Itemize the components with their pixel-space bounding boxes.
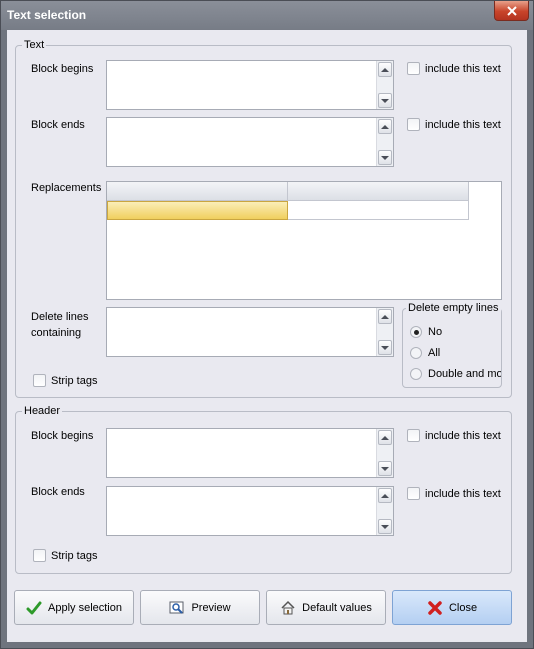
checkbox-box[interactable]: [33, 549, 46, 562]
scroll-up-button[interactable]: [378, 430, 392, 445]
close-label: Close: [448, 601, 478, 614]
radio-dot[interactable]: [410, 347, 422, 359]
checkbox-box[interactable]: [407, 487, 420, 500]
red-x-icon: [428, 600, 442, 615]
header-block-ends-label: Block ends: [31, 486, 85, 498]
block-ends-label: Block ends: [31, 119, 85, 131]
dialog-window: Text selection Text Block begins include…: [0, 0, 534, 649]
grid-column-header[interactable]: [107, 182, 288, 201]
arrow-down-icon: [381, 345, 389, 350]
preview-button[interactable]: Preview: [140, 590, 260, 625]
radio-dot[interactable]: [410, 326, 422, 338]
checkbox-box[interactable]: [407, 429, 420, 442]
text-ends-include-checkbox[interactable]: include this text: [407, 118, 501, 131]
scroll-down-button[interactable]: [378, 461, 392, 476]
scrollbar[interactable]: [376, 487, 393, 535]
default-values-label: Default values: [302, 601, 372, 614]
delete-lines-label-2: containing: [31, 327, 82, 339]
delete-lines-input[interactable]: [106, 307, 394, 357]
preview-label: Preview: [191, 601, 231, 614]
close-button[interactable]: Close: [392, 590, 512, 625]
close-icon: [506, 5, 517, 16]
replacements-label: Replacements: [31, 182, 102, 194]
radio-double[interactable]: Double and mor: [410, 368, 501, 380]
arrow-up-icon: [381, 435, 389, 440]
arrow-up-icon: [381, 67, 389, 72]
window-title: Text selection: [7, 8, 87, 22]
radio-all[interactable]: All: [410, 347, 440, 359]
include-text-label: include this text: [425, 118, 501, 131]
header-block-begins-input[interactable]: [106, 428, 394, 478]
checkbox-box[interactable]: [407, 62, 420, 75]
strip-tags-label: Strip tags: [51, 549, 98, 562]
checkbox-box[interactable]: [33, 374, 46, 387]
include-text-label: include this text: [425, 62, 501, 75]
include-text-label: include this text: [425, 487, 501, 500]
magnifier-icon: [169, 601, 184, 614]
header-strip-tags-checkbox[interactable]: Strip tags: [33, 549, 97, 562]
text-begins-include-checkbox[interactable]: include this text: [407, 62, 501, 75]
arrow-down-icon: [381, 155, 389, 160]
header-begins-include-checkbox[interactable]: include this text: [407, 429, 501, 442]
checkbox-box[interactable]: [407, 118, 420, 131]
grid-cell[interactable]: [288, 201, 469, 220]
header-block-begins-label: Block begins: [31, 430, 94, 442]
radio-double-label: Double and mor: [428, 368, 501, 380]
scrollbar[interactable]: [376, 61, 393, 109]
arrow-up-icon: [381, 314, 389, 319]
block-begins-label: Block begins: [31, 63, 94, 75]
arrow-down-icon: [381, 466, 389, 471]
scroll-down-button[interactable]: [378, 340, 392, 355]
home-icon: [281, 600, 295, 614]
scroll-down-button[interactable]: [378, 150, 392, 165]
apply-selection-button[interactable]: Apply selection: [14, 590, 134, 625]
delete-empty-lines-legend: Delete empty lines: [408, 302, 499, 314]
apply-selection-label: Apply selection: [48, 601, 122, 614]
radio-no-label: No: [428, 326, 443, 338]
scroll-up-button[interactable]: [378, 119, 392, 134]
grid-column-header[interactable]: [288, 182, 469, 201]
title-bar[interactable]: Text selection: [1, 1, 533, 30]
default-values-button[interactable]: Default values: [266, 590, 386, 625]
scroll-down-button[interactable]: [378, 93, 392, 108]
scrollbar[interactable]: [376, 429, 393, 477]
scrollbar[interactable]: [376, 118, 393, 166]
scroll-up-button[interactable]: [378, 309, 392, 324]
scroll-down-button[interactable]: [378, 519, 392, 534]
text-block-ends-input[interactable]: [106, 117, 394, 167]
arrow-down-icon: [381, 524, 389, 529]
include-text-label: include this text: [425, 429, 501, 442]
grid-cell-selected[interactable]: [107, 201, 288, 220]
arrow-up-icon: [381, 124, 389, 129]
delete-lines-label: Delete lines: [31, 311, 89, 323]
dialog-client-area: Text Block begins include this text Bloc…: [7, 30, 527, 642]
strip-tags-label: Strip tags: [51, 374, 98, 387]
text-strip-tags-checkbox[interactable]: Strip tags: [33, 374, 97, 387]
header-ends-include-checkbox[interactable]: include this text: [407, 487, 501, 500]
arrow-up-icon: [381, 493, 389, 498]
header-block-ends-input[interactable]: [106, 486, 394, 536]
radio-no[interactable]: No: [410, 326, 442, 338]
radio-dot[interactable]: [410, 368, 422, 380]
header-group-legend: Header: [24, 405, 61, 417]
window-close-button[interactable]: [494, 1, 529, 21]
text-block-begins-input[interactable]: [106, 60, 394, 110]
text-group-legend: Text: [24, 39, 45, 51]
scroll-up-button[interactable]: [378, 62, 392, 77]
scrollbar[interactable]: [376, 308, 393, 356]
check-icon: [26, 601, 42, 614]
radio-all-label: All: [428, 347, 441, 359]
replacements-grid[interactable]: [106, 181, 502, 300]
scroll-up-button[interactable]: [378, 488, 392, 503]
arrow-down-icon: [381, 98, 389, 103]
